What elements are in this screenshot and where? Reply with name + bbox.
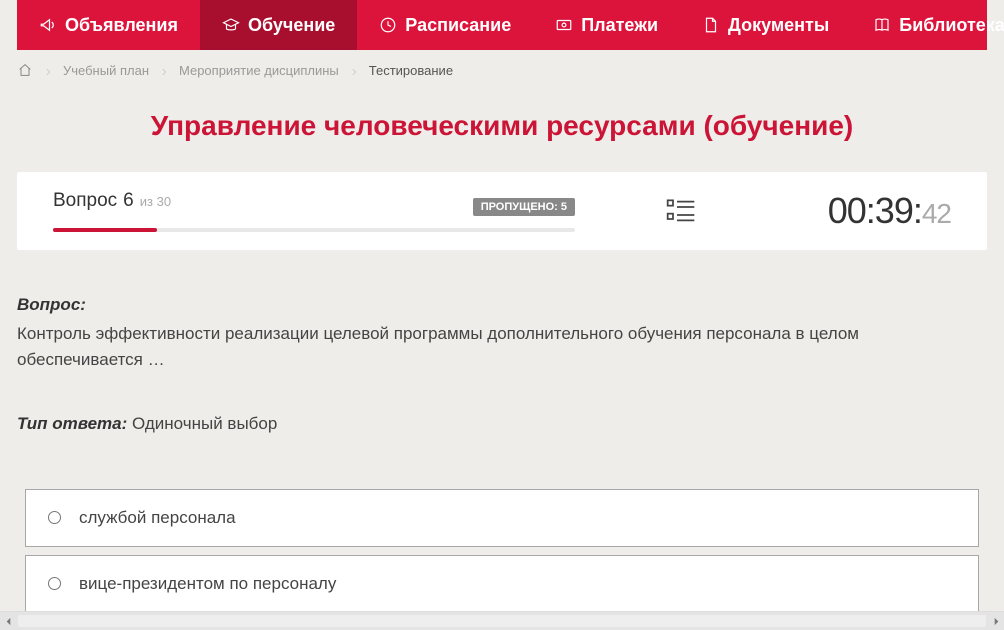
question-total-num: 30: [157, 194, 171, 209]
answer-type: Тип ответа: Одиночный выбор: [17, 414, 987, 434]
progress-fill: [53, 228, 157, 232]
breadcrumb-link-event[interactable]: Мероприятие дисциплины: [179, 63, 339, 78]
question-word: Вопрос: [53, 190, 117, 212]
question-counter: Вопрос 6 из 30: [53, 190, 171, 212]
progress-bar: [53, 228, 575, 232]
nav-item-label: Документы: [728, 15, 829, 36]
page-title: Управление человеческими ресурсами (обуч…: [17, 110, 987, 142]
answer-option[interactable]: вице-президентом по персоналу: [25, 555, 979, 611]
answer-list: службой персонала вице-президентом по пе…: [17, 489, 987, 611]
nav-item-label: Расписание: [405, 15, 511, 36]
document-icon: [702, 16, 720, 34]
answer-radio[interactable]: [48, 577, 61, 590]
question-progress: Вопрос 6 из 30 ПРОПУЩЕНО: 5: [53, 190, 575, 232]
nav-item-schedule[interactable]: Расписание: [357, 0, 533, 50]
answer-text: службой персонала: [79, 508, 236, 528]
nav-item-label: Объявления: [65, 15, 178, 36]
home-icon[interactable]: [17, 62, 33, 78]
nav-item-documents[interactable]: Документы: [680, 0, 851, 50]
breadcrumb-link-plan[interactable]: Учебный план: [63, 63, 149, 78]
book-icon: [873, 16, 891, 34]
nav-item-announcements[interactable]: Объявления: [17, 0, 200, 50]
nav-item-payments[interactable]: Платежи: [533, 0, 680, 50]
nav-item-label: Библиотека: [899, 15, 1004, 36]
question-text: Контроль эффективности реализации целево…: [17, 321, 987, 374]
answer-text: вице-президентом по персоналу: [79, 574, 336, 594]
breadcrumb: Учебный план Мероприятие дисциплины Тест…: [17, 50, 987, 90]
top-nav: Объявления Обучение Расписание Платежи Д…: [17, 0, 987, 50]
chevron-right-icon: [159, 65, 169, 75]
scroll-track[interactable]: [18, 615, 986, 627]
nav-item-label: Платежи: [581, 15, 658, 36]
skipped-badge: ПРОПУЩЕНО: 5: [473, 198, 575, 216]
question-list-icon[interactable]: [665, 195, 697, 227]
nav-item-label: Обучение: [248, 15, 335, 36]
answer-type-value: Одиночный выбор: [132, 414, 277, 433]
clock-icon: [379, 16, 397, 34]
payment-icon: [555, 16, 573, 34]
nav-item-library[interactable]: Библиотека: [851, 0, 1004, 50]
graduation-icon: [222, 16, 240, 34]
answer-option[interactable]: службой персонала: [25, 489, 979, 547]
answer-type-label: Тип ответа:: [17, 414, 127, 433]
timer-main: 00:39:: [828, 190, 922, 231]
question-body: Вопрос: Контроль эффективности реализаци…: [17, 295, 987, 611]
answer-radio[interactable]: [48, 511, 61, 524]
question-label: Вопрос:: [17, 295, 987, 315]
horizontal-scrollbar[interactable]: [0, 611, 1004, 630]
question-number: 6: [123, 190, 134, 212]
breadcrumb-current: Тестирование: [369, 63, 453, 78]
timer-sub: 42: [922, 198, 951, 229]
chevron-right-icon: [349, 65, 359, 75]
question-total-prefix: из: [140, 194, 153, 209]
nav-item-education[interactable]: Обучение: [200, 0, 357, 50]
timer: 00:39:42: [828, 190, 951, 232]
status-bar: Вопрос 6 из 30 ПРОПУЩЕНО: 5: [17, 172, 987, 250]
scroll-left-arrow-icon[interactable]: [0, 613, 16, 629]
megaphone-icon: [39, 16, 57, 34]
scroll-right-arrow-icon[interactable]: [988, 613, 1004, 629]
chevron-right-icon: [43, 65, 53, 75]
